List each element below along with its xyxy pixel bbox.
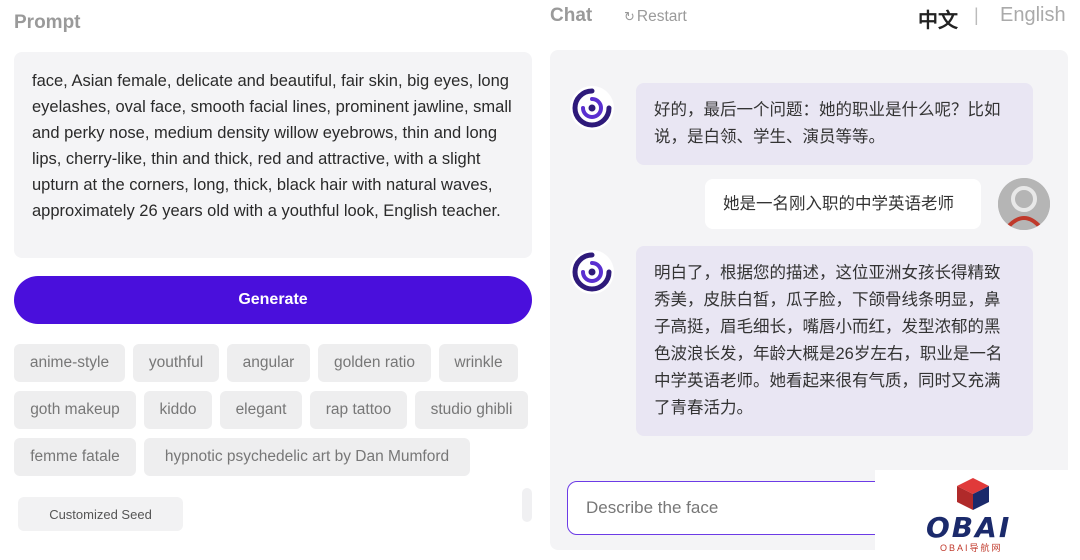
restart-icon: ↻ [624, 9, 635, 24]
tag-goth-makeup[interactable]: goth makeup [14, 391, 136, 429]
bot-avatar-icon [570, 250, 614, 294]
bot-avatar-icon [570, 86, 614, 130]
customized-seed-button[interactable]: Customized Seed [18, 497, 183, 531]
chat-message-bot: 好的，最后一个问题：她的职业是什么呢？比如说，是白领、学生、演员等等。 [636, 83, 1033, 165]
tag-kiddo[interactable]: kiddo [144, 391, 212, 429]
chat-message-user: 她是一名刚入职的中学英语老师 [705, 179, 981, 229]
logo-text: OBAI [926, 511, 1012, 544]
restart-label: Restart [636, 8, 687, 25]
tag-studio-ghibli[interactable]: studio ghibli [415, 391, 528, 429]
tag-hypnotic-psychedelic-art[interactable]: hypnotic psychedelic art by Dan Mumford [144, 438, 470, 476]
tag-femme-fatale[interactable]: femme fatale [14, 438, 136, 476]
tag-angular[interactable]: angular [227, 344, 310, 382]
tag-rap-tattoo[interactable]: rap tattoo [310, 391, 407, 429]
scrollbar-thumb[interactable] [522, 488, 532, 522]
tag-wrinkle[interactable]: wrinkle [439, 344, 518, 382]
restart-button[interactable]: ↻ Restart [624, 8, 687, 26]
prompt-title: Prompt [14, 12, 81, 33]
language-separator: | [974, 5, 979, 25]
tag-youthful[interactable]: youthful [133, 344, 219, 382]
tag-anime-style[interactable]: anime-style [14, 344, 125, 382]
logo-cube-icon [957, 478, 989, 510]
logo-subtitle: OBAI导航网 [940, 543, 1003, 553]
language-chinese[interactable]: 中文 [918, 4, 958, 33]
describe-face-input[interactable] [567, 481, 907, 535]
language-english[interactable]: English [1000, 4, 1066, 27]
tag-golden-ratio[interactable]: golden ratio [318, 344, 431, 382]
user-avatar-icon [998, 178, 1050, 230]
generate-button[interactable]: Generate [14, 276, 532, 324]
prompt-textarea[interactable]: face, Asian female, delicate and beautif… [14, 52, 532, 258]
prompt-text: face, Asian female, delicate and beautif… [32, 72, 512, 220]
chat-title: Chat [550, 5, 593, 26]
tag-elegant[interactable]: elegant [220, 391, 302, 429]
chat-message-bot: 明白了，根据您的描述，这位亚洲女孩长得精致秀美，皮肤白皙，瓜子脸，下颌骨线条明显… [636, 246, 1033, 436]
